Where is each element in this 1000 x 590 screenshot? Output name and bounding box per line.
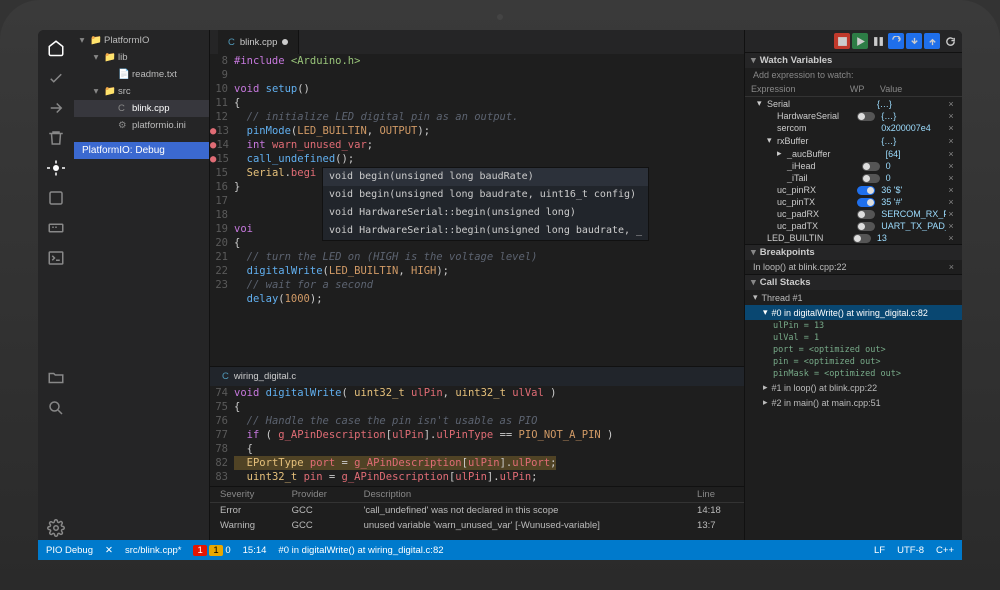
watch-header[interactable]: ▾Watch Variables xyxy=(745,52,962,68)
editor-main[interactable]: 8#include <Arduino.h>910void setup()11{1… xyxy=(210,54,744,366)
remove-icon[interactable]: × xyxy=(946,173,956,183)
clean-icon[interactable] xyxy=(44,126,68,150)
status-file[interactable]: src/blink.cpp* xyxy=(125,545,182,556)
callstacks-header[interactable]: ▾Call Stacks xyxy=(745,274,962,290)
tab-blink[interactable]: C blink.cpp xyxy=(218,30,299,54)
watch-toggle[interactable] xyxy=(862,162,880,171)
callstack-frame[interactable]: ▸#1 in loop() at blink.cpp:22 xyxy=(745,380,962,395)
variable-row[interactable]: _iHead0× xyxy=(745,160,962,172)
status-bar: PIO Debug ✕ src/blink.cpp* 1 1 0 15:14 #… xyxy=(38,540,962,560)
remove-icon[interactable]: × xyxy=(946,185,956,195)
watch-toggle[interactable] xyxy=(857,222,875,231)
problem-row[interactable]: ErrorGCC'call_undefined' was not declare… xyxy=(210,503,744,519)
remove-icon[interactable]: × xyxy=(946,161,956,171)
debug-continue-button[interactable] xyxy=(852,33,868,49)
search-icon[interactable] xyxy=(44,396,68,420)
problem-row[interactable]: WarningGCCunused variable 'warn_unused_v… xyxy=(210,518,744,533)
variable-row[interactable]: uc_padRXSERCOM_RX_PAD_3× xyxy=(745,208,962,220)
problems-panel: SeverityProviderDescriptionLine ErrorGCC… xyxy=(210,486,744,540)
debug-pause-button[interactable] xyxy=(870,33,886,49)
upload-icon[interactable] xyxy=(44,96,68,120)
status-errors[interactable]: 1 xyxy=(193,545,206,556)
thread-row[interactable]: ▾Thread #1 xyxy=(745,290,962,305)
variable-row[interactable]: uc_pinRX36 '$'× xyxy=(745,184,962,196)
variable-row[interactable]: uc_pinTX35 '#'× xyxy=(745,196,962,208)
callstack-frame[interactable]: ▾#0 in digitalWrite() at wiring_digital.… xyxy=(745,305,962,320)
variable-row[interactable]: LED_BUILTIN13× xyxy=(745,232,962,244)
debug-restart-button[interactable] xyxy=(942,33,958,49)
breakpoints-header[interactable]: ▾Breakpoints xyxy=(745,244,962,260)
status-encoding[interactable]: UTF-8 xyxy=(897,545,924,556)
tree-item[interactable]: ▾📁lib xyxy=(74,49,209,66)
remove-icon[interactable]: × xyxy=(946,149,956,159)
status-close-icon[interactable]: ✕ xyxy=(105,545,113,556)
home-icon[interactable] xyxy=(44,36,68,60)
status-warnings[interactable]: 1 xyxy=(209,545,222,556)
settings-icon[interactable] xyxy=(44,516,68,540)
callstack-frame[interactable]: ▸#2 in main() at main.cpp:51 xyxy=(745,395,962,410)
serial-icon[interactable] xyxy=(44,216,68,240)
debug-icon[interactable] xyxy=(44,156,68,180)
debug-step-out-button[interactable] xyxy=(924,33,940,49)
remove-icon[interactable]: × xyxy=(946,123,956,133)
variable-row[interactable]: ▾rxBuffer{…}× xyxy=(745,134,962,147)
status-language[interactable]: C++ xyxy=(936,545,954,556)
debug-pane: ▾Watch Variables Add expression to watch… xyxy=(744,30,962,540)
watch-toggle[interactable] xyxy=(862,174,880,183)
tab-bar: C blink.cpp xyxy=(210,30,744,54)
activity-bar xyxy=(38,30,74,540)
status-frame[interactable]: #0 in digitalWrite() at wiring_digital.c… xyxy=(278,545,443,556)
remove-icon[interactable]: × xyxy=(946,209,956,219)
status-eol[interactable]: LF xyxy=(874,545,885,556)
variable-row[interactable]: ▾Serial{…}× xyxy=(745,97,962,110)
check-icon[interactable] xyxy=(44,66,68,90)
debug-step-over-button[interactable] xyxy=(888,33,904,49)
breakpoint-row[interactable]: In loop() at blink.cpp:22× xyxy=(745,260,962,274)
debug-stop-button[interactable] xyxy=(834,33,850,49)
remove-icon[interactable]: × xyxy=(946,136,956,146)
debug-step-into-button[interactable] xyxy=(906,33,922,49)
status-mode[interactable]: PIO Debug xyxy=(46,545,93,556)
variable-row[interactable]: sercom0x200007e4 × xyxy=(745,122,962,134)
watch-toggle[interactable] xyxy=(857,112,875,121)
remove-icon[interactable]: × xyxy=(946,99,956,109)
variable-row[interactable]: HardwareSerial{…}× xyxy=(745,110,962,122)
tree-root[interactable]: ▾📁PlatformIO xyxy=(74,32,209,49)
variable-row[interactable]: _iTail0× xyxy=(745,172,962,184)
split-tab[interactable]: C wiring_digital.c xyxy=(210,366,744,386)
terminal-icon[interactable] xyxy=(44,246,68,270)
tree-item[interactable]: ⚙platformio.ini xyxy=(74,117,209,134)
tree-item[interactable]: 📄readme.txt xyxy=(74,66,209,83)
debug-panel-title[interactable]: PlatformIO: Debug xyxy=(74,142,209,159)
variable-row[interactable]: uc_padTXUART_TX_PAD_2× xyxy=(745,220,962,232)
remove-icon[interactable]: × xyxy=(946,111,956,121)
editor-split[interactable]: 74void digitalWrite( uint32_t ulPin, uin… xyxy=(210,386,744,486)
autocomplete-popup[interactable]: void begin(unsigned long baudRate)void b… xyxy=(322,167,649,241)
folder-icon[interactable] xyxy=(44,366,68,390)
dirty-indicator xyxy=(282,39,288,45)
watch-toggle[interactable] xyxy=(857,210,875,219)
watch-toggle[interactable] xyxy=(853,234,871,243)
remove-icon[interactable]: × xyxy=(946,197,956,207)
remove-icon[interactable]: × xyxy=(946,233,956,243)
tree-item[interactable]: ▾📁src xyxy=(74,83,209,100)
variable-row[interactable]: ▸_aucBuffer[64]× xyxy=(745,147,962,160)
remove-icon[interactable]: × xyxy=(946,221,956,231)
watch-add-input[interactable]: Add expression to watch: xyxy=(745,68,962,82)
watch-toggle[interactable] xyxy=(857,198,875,207)
test-icon[interactable] xyxy=(44,186,68,210)
status-cursor[interactable]: 15:14 xyxy=(243,545,267,556)
watch-toggle[interactable] xyxy=(857,186,875,195)
tree-item[interactable]: Cblink.cpp xyxy=(74,100,209,117)
debug-toolbar xyxy=(745,30,962,52)
sidebar: ▾📁PlatformIO ▾📁lib📄readme.txt▾📁srcCblink… xyxy=(74,30,210,540)
